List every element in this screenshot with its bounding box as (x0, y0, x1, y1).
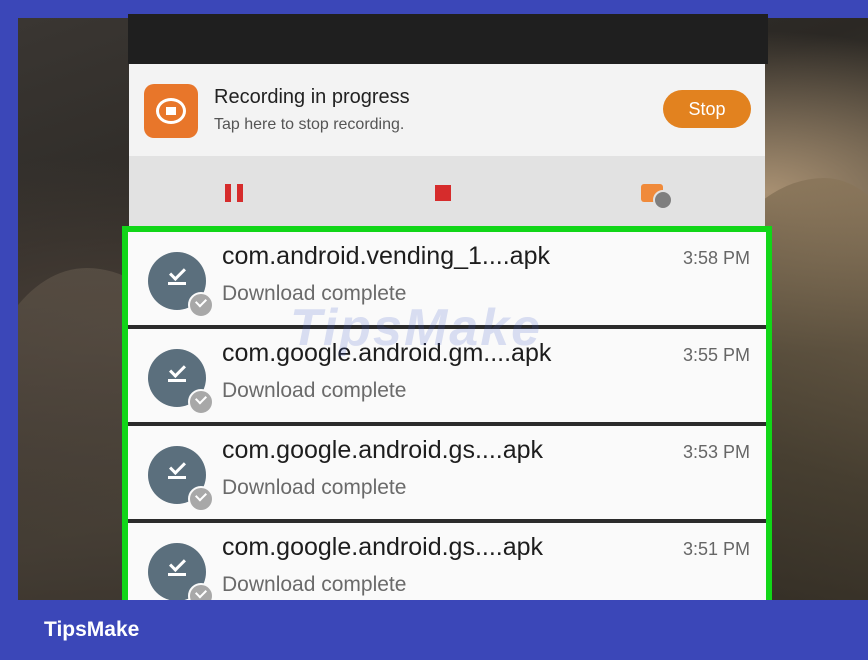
download-notification[interactable]: com.google.android.gs....apk Download co… (128, 523, 766, 600)
file-name: com.google.android.gs....apk (222, 533, 544, 561)
recording-notification-header[interactable]: Recording in progress Tap here to stop r… (129, 64, 765, 156)
file-name: com.google.android.gs....apk (222, 436, 544, 464)
stop-icon[interactable] (435, 185, 451, 201)
file-name: com.android.vending_1....apk (222, 242, 550, 270)
video-camera-icon (156, 98, 186, 124)
footer-bar: TipsMake (0, 600, 868, 660)
download-status: Download complete (222, 476, 407, 499)
notification-time: 3:55 PM (682, 345, 750, 365)
status-bar-area (128, 14, 768, 64)
download-notification-list: com.android.vending_1....apk Download co… (128, 232, 766, 600)
check-badge-icon (188, 583, 214, 600)
pause-icon[interactable] (225, 184, 243, 202)
check-badge-icon (188, 389, 214, 415)
check-badge-icon (188, 292, 214, 318)
recording-title: Recording in progress (214, 86, 410, 108)
recording-notification[interactable]: Recording in progress Tap here to stop r… (129, 64, 765, 228)
recording-controls (129, 156, 765, 228)
screen-recorder-app-icon (144, 84, 198, 138)
camera-settings-icon[interactable] (641, 180, 673, 210)
recording-subtitle: Tap here to stop recording. (214, 116, 405, 133)
notification-time: 3:58 PM (682, 248, 750, 268)
download-notification[interactable]: com.google.android.gs....apk Download co… (128, 426, 766, 519)
stop-button[interactable]: Stop (663, 90, 751, 128)
download-status: Download complete (222, 379, 407, 402)
brand-label: TipsMake (44, 618, 140, 641)
download-status: Download complete (222, 573, 407, 596)
watermark: TipsMake (290, 299, 543, 357)
notification-time: 3:53 PM (682, 442, 750, 462)
check-badge-icon (188, 486, 214, 512)
notification-time: 3:51 PM (682, 539, 750, 559)
